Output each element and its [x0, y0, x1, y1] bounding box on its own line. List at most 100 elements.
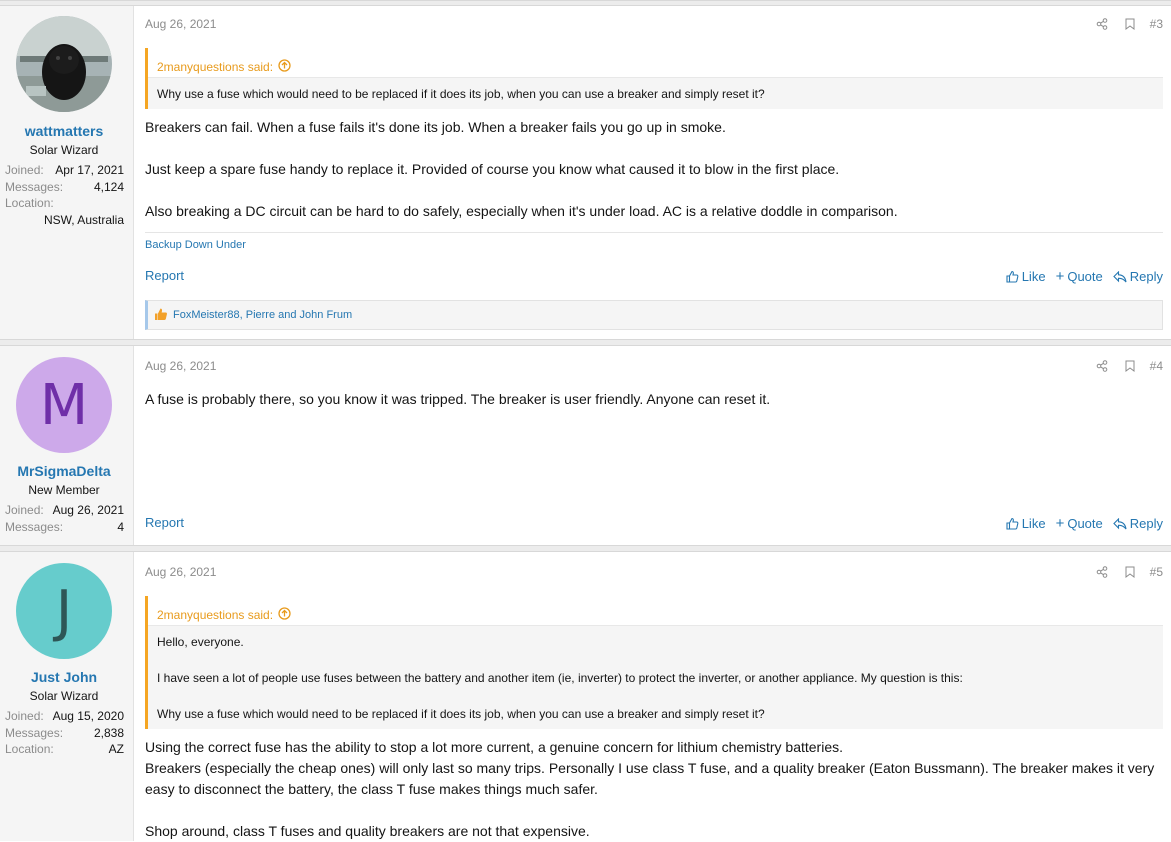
post-3: wattmatters Solar Wizard Joined: Apr 17,… [0, 5, 1171, 339]
quote-line: Hello, everyone. [157, 635, 244, 649]
username[interactable]: wattmatters [0, 123, 128, 139]
user-title: Solar Wizard [29, 689, 99, 703]
reactions-list[interactable]: FoxMeister88, Pierre and John Frum [173, 309, 352, 321]
stat-value: Aug 26, 2021 [52, 503, 124, 517]
signature-link[interactable]: Backup Down Under [145, 239, 246, 251]
like-button[interactable]: Like [1006, 516, 1046, 531]
stat-joined: Joined: Aug 26, 2021 [5, 503, 124, 519]
quote-button[interactable]: + Quote [1056, 515, 1103, 532]
quote-label[interactable]: Quote [1067, 269, 1102, 284]
stat-label: Messages: [5, 520, 64, 534]
avatar-letter: M [39, 372, 89, 438]
quote-line: Why use a fuse which would need to be re… [157, 87, 765, 101]
post-main: Aug 26, 2021 #3 2manyquestions said: Why… [145, 6, 1163, 339]
bookmark-icon[interactable] [1116, 360, 1144, 372]
post-number[interactable]: #5 [1150, 565, 1163, 579]
avatar[interactable] [16, 16, 112, 112]
stat-messages: Messages: 2,838 [5, 726, 124, 742]
share-icon[interactable] [1088, 566, 1116, 578]
share-icon[interactable] [1088, 360, 1116, 372]
quote-header[interactable]: 2manyquestions said: [148, 48, 1163, 78]
thumbs-up-icon [1006, 517, 1019, 530]
avatar-letter: J [55, 578, 73, 644]
reactions-bar[interactable]: FoxMeister88, Pierre and John Frum [145, 300, 1163, 330]
reply-icon [1112, 517, 1127, 529]
report-link[interactable]: Report [145, 268, 184, 283]
stat-label: Location: [5, 742, 54, 756]
arrow-up-circle-icon[interactable] [278, 58, 291, 75]
quote-body: Why use a fuse which would need to be re… [148, 78, 1163, 110]
quote-header[interactable]: 2manyquestions said: [148, 596, 1163, 626]
post-paragraph: Shop around, class T fuses and quality b… [145, 823, 590, 839]
stat-label: Location: [5, 196, 54, 210]
thumbs-up-icon [1006, 270, 1019, 283]
post-4: M MrSigmaDelta New Member Joined: Aug 26… [0, 345, 1171, 545]
stat-value: 2,838 [93, 726, 124, 740]
reply-label[interactable]: Reply [1130, 516, 1163, 531]
username[interactable]: Just John [0, 669, 128, 685]
stat-value: NSW, Australia [43, 213, 124, 227]
stat-value: 4,124 [93, 180, 124, 194]
post-paragraph: Breakers can fail. When a fuse fails it'… [145, 119, 726, 135]
post-main: Aug 26, 2021 #4 A fuse is probably there… [145, 346, 1163, 545]
reply-label[interactable]: Reply [1130, 269, 1163, 284]
stat-value: 4 [117, 520, 124, 534]
post-actions: Like + Quote Reply [1006, 515, 1163, 532]
thumbs-up-reaction-icon [154, 307, 168, 324]
quote-block: 2manyquestions said: Hello, everyone. I … [145, 596, 1163, 729]
username[interactable]: MrSigmaDelta [0, 463, 128, 479]
quote-body: Hello, everyone. I have seen a lot of pe… [148, 626, 1163, 730]
stat-value: Apr 17, 2021 [55, 163, 124, 177]
stat-value: AZ [108, 742, 124, 756]
plus-icon[interactable]: + [1056, 515, 1065, 532]
post-date[interactable]: Aug 26, 2021 [145, 565, 216, 579]
like-button[interactable]: Like [1006, 269, 1046, 284]
user-title: New Member [28, 483, 100, 497]
arrow-up-circle-icon[interactable] [278, 606, 291, 623]
user-info: wattmatters Solar Wizard Joined: Apr 17,… [0, 6, 134, 339]
quote-author[interactable]: 2manyquestions said: [157, 608, 273, 622]
stat-messages: Messages: 4 [5, 520, 124, 536]
post-paragraph: Also breaking a DC circuit can be hard t… [145, 203, 898, 219]
post-toolbar: #4 [1088, 359, 1163, 373]
signature: Backup Down Under [145, 232, 1163, 251]
post-paragraph: Breakers (especially the cheap ones) wil… [145, 760, 1155, 797]
stat-label: Joined: [5, 709, 44, 723]
post-body: Breakers can fail. When a fuse fails it'… [145, 117, 1163, 222]
report-link[interactable]: Report [145, 515, 184, 530]
bookmark-icon[interactable] [1116, 18, 1144, 30]
avatar[interactable]: J [16, 563, 112, 659]
post-body: Using the correct fuse has the ability t… [145, 737, 1163, 842]
stat-joined: Joined: Aug 15, 2020 [5, 709, 124, 725]
stat-joined: Joined: Apr 17, 2021 [5, 163, 124, 179]
stat-value: Aug 15, 2020 [52, 709, 124, 723]
quote-author[interactable]: 2manyquestions said: [157, 60, 273, 74]
reply-button[interactable]: Reply [1112, 516, 1163, 531]
avatar[interactable]: M [16, 357, 112, 453]
share-icon[interactable] [1088, 18, 1116, 30]
post-toolbar: #5 [1088, 565, 1163, 579]
like-label[interactable]: Like [1022, 516, 1046, 531]
post-paragraph: A fuse is probably there, so you know it… [145, 391, 771, 407]
bookmark-icon[interactable] [1116, 566, 1144, 578]
post-number[interactable]: #3 [1150, 17, 1163, 31]
post-number[interactable]: #4 [1150, 359, 1163, 373]
reply-icon [1112, 270, 1127, 282]
stat-messages: Messages: 4,124 [5, 180, 124, 196]
stat-location-value: NSW, Australia [5, 213, 124, 229]
post-date[interactable]: Aug 26, 2021 [145, 359, 216, 373]
post-body: A fuse is probably there, so you know it… [145, 389, 1163, 410]
stat-label: Joined: [5, 503, 44, 517]
post-paragraph: Using the correct fuse has the ability t… [145, 739, 843, 755]
post-main: Aug 26, 2021 #5 2manyquestions said: Hel… [145, 552, 1163, 841]
like-label[interactable]: Like [1022, 269, 1046, 284]
stat-label: Messages: [5, 180, 64, 194]
user-info: M MrSigmaDelta New Member Joined: Aug 26… [0, 346, 134, 545]
quote-label[interactable]: Quote [1067, 516, 1102, 531]
reply-button[interactable]: Reply [1112, 269, 1163, 284]
stat-location: Location: [5, 196, 124, 212]
quote-button[interactable]: + Quote [1056, 268, 1103, 285]
plus-icon[interactable]: + [1056, 268, 1065, 285]
post-date[interactable]: Aug 26, 2021 [145, 17, 216, 31]
user-title: Solar Wizard [29, 143, 99, 157]
